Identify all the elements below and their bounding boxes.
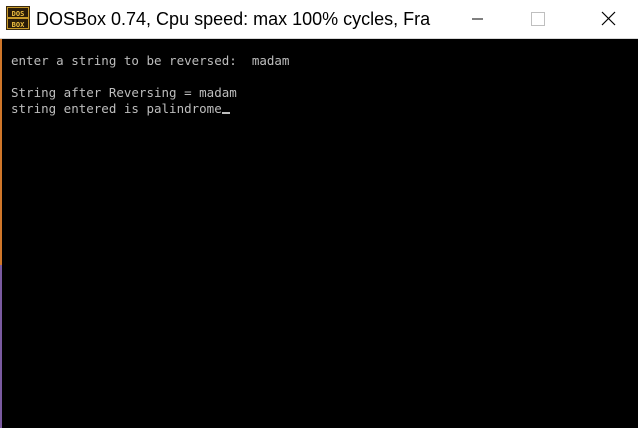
maximize-button[interactable]	[514, 0, 560, 38]
dosbox-icon[interactable]: DOS BOX	[6, 6, 30, 30]
console-line-last: string entered is palindrome	[11, 101, 230, 117]
close-button[interactable]	[585, 0, 631, 38]
minimize-button[interactable]	[454, 0, 500, 38]
console-line: String after Reversing = madam	[11, 85, 237, 100]
console-line-text: string entered is palindrome	[11, 101, 222, 116]
title-bar-divider	[0, 38, 638, 39]
window-title: DOSBox 0.74, Cpu speed: max 100% cycles,…	[36, 9, 431, 29]
close-icon	[601, 11, 616, 26]
text-cursor	[221, 112, 230, 114]
svg-text:DOS: DOS	[12, 10, 25, 18]
svg-text:BOX: BOX	[12, 21, 25, 29]
dosbox-window: DOS BOX DOSBox 0.74, Cpu speed: max 100%…	[0, 0, 638, 428]
console-line: enter a string to be reversed: madam	[11, 53, 290, 68]
title-bar[interactable]: DOS BOX DOSBox 0.74, Cpu speed: max 100%…	[0, 0, 638, 38]
console-output[interactable]: enter a string to be reversed: madam Str…	[11, 50, 631, 420]
maximize-icon	[531, 12, 545, 26]
minimize-icon	[472, 18, 483, 20]
window-left-edge	[0, 39, 2, 428]
